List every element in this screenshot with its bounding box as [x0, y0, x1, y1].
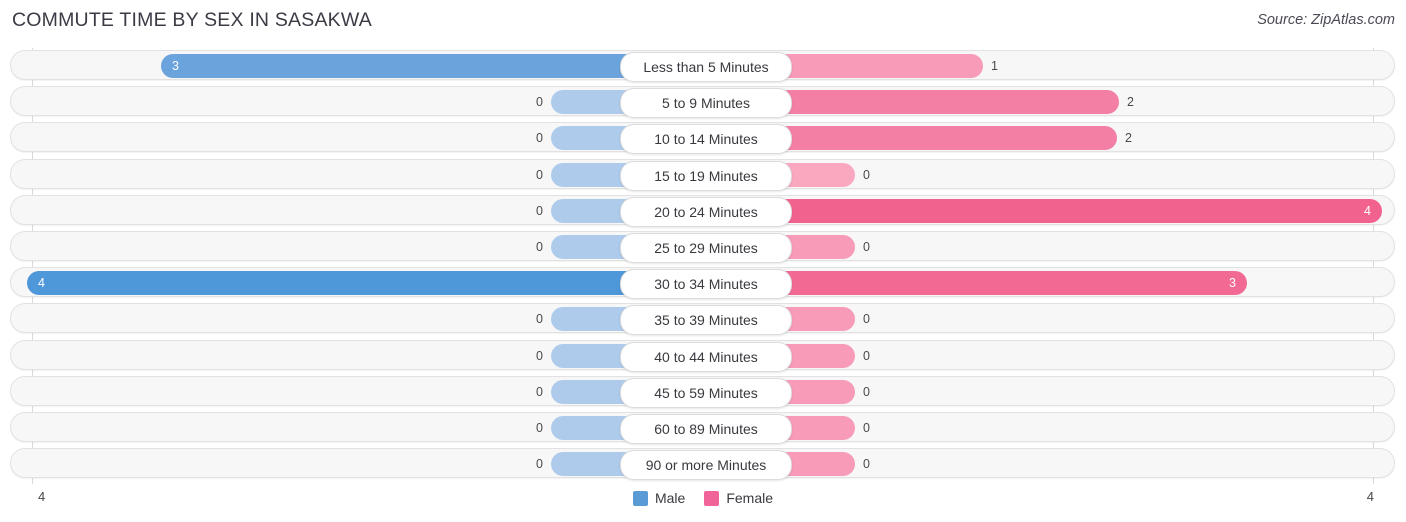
bar-male[interactable]: 3 — [161, 54, 641, 78]
chart-legend: Male Female — [0, 490, 1406, 506]
legend-label-female: Female — [726, 490, 774, 506]
bar-female[interactable] — [769, 126, 1117, 151]
bar-value-male: 0 — [536, 384, 543, 399]
category-label[interactable]: 90 or more Minutes — [620, 450, 792, 481]
category-label[interactable]: 15 to 19 Minutes — [620, 160, 792, 191]
legend-swatch-male-icon — [632, 490, 648, 506]
chart-plot-area: 3 1 Less than 5 Minutes 0 2 5 to 9 Minutes 0 2 1… — [0, 48, 1406, 484]
table-row[interactable]: 0 0 90 or more Minutes — [10, 448, 1395, 481]
commute-time-chart: COMMUTE TIME BY SEX IN SASAKWA Source: Z… — [0, 0, 1406, 522]
table-row[interactable]: 3 1 Less than 5 Minutes — [10, 50, 1395, 82]
category-label[interactable]: Less than 5 Minutes — [620, 52, 792, 82]
legend-item-female[interactable]: Female — [704, 490, 773, 506]
bar-value-female: 2 — [1127, 95, 1134, 110]
category-label[interactable]: 10 to 14 Minutes — [620, 124, 792, 155]
category-label[interactable]: 30 to 34 Minutes — [620, 269, 792, 300]
table-row[interactable]: 0 0 15 to 19 Minutes — [10, 158, 1395, 191]
legend-item-male[interactable]: Male — [632, 490, 686, 506]
bar-value-female: 0 — [863, 457, 870, 472]
bar-female[interactable] — [769, 90, 1119, 115]
category-label[interactable]: 20 to 24 Minutes — [620, 196, 792, 227]
bar-male[interactable]: 4 — [27, 271, 641, 296]
bar-value-female: 4 — [1364, 203, 1371, 218]
category-label[interactable]: 40 to 44 Minutes — [620, 341, 792, 372]
bar-value-male: 0 — [536, 203, 543, 218]
bar-value-male: 0 — [536, 312, 543, 327]
bar-value-female: 0 — [863, 240, 870, 254]
table-row[interactable]: 0 0 45 to 59 Minutes — [10, 375, 1395, 408]
bar-value-female: 0 — [863, 384, 870, 399]
bar-female[interactable]: 3 — [769, 271, 1247, 296]
bar-value-female: 1 — [991, 59, 998, 73]
table-row[interactable]: 0 0 25 to 29 Minutes — [10, 231, 1395, 263]
category-label[interactable]: 25 to 29 Minutes — [620, 233, 792, 263]
page-title: COMMUTE TIME BY SEX IN SASAKWA — [12, 9, 372, 31]
bar-value-male: 4 — [38, 276, 45, 291]
source-attribution: Source: ZipAtlas.com — [1257, 12, 1395, 28]
bar-value-female: 0 — [863, 167, 870, 182]
bar-value-male: 0 — [536, 95, 543, 110]
table-row[interactable]: 0 4 20 to 24 Minutes — [10, 194, 1395, 227]
bar-value-female: 3 — [1229, 276, 1236, 291]
table-row[interactable]: 0 0 35 to 39 Minutes — [10, 303, 1395, 336]
bar-female[interactable] — [769, 54, 983, 78]
bar-value-male: 0 — [536, 421, 543, 435]
bar-value-female: 2 — [1125, 131, 1132, 146]
table-row[interactable]: 0 0 60 to 89 Minutes — [10, 412, 1395, 444]
legend-swatch-female-icon — [704, 490, 720, 506]
category-label[interactable]: 60 to 89 Minutes — [620, 414, 792, 444]
bar-value-male: 0 — [536, 348, 543, 363]
table-row[interactable]: 0 2 5 to 9 Minutes — [10, 86, 1395, 119]
bar-value-male: 0 — [536, 167, 543, 182]
table-row[interactable]: 0 0 40 to 44 Minutes — [10, 339, 1395, 372]
chart-footer: 4 4 Male Female — [0, 484, 1406, 522]
category-label[interactable]: 35 to 39 Minutes — [620, 305, 792, 336]
category-label[interactable]: 45 to 59 Minutes — [620, 377, 792, 408]
bar-value-male: 0 — [536, 131, 543, 146]
table-row[interactable]: 4 3 30 to 34 Minutes — [10, 267, 1395, 300]
bar-value-male: 0 — [536, 457, 543, 472]
bar-female[interactable]: 4 — [769, 198, 1382, 223]
table-row[interactable]: 0 2 10 to 14 Minutes — [10, 122, 1395, 155]
bar-value-male: 3 — [172, 59, 179, 73]
category-label[interactable]: 5 to 9 Minutes — [620, 88, 792, 119]
bar-value-female: 0 — [863, 421, 870, 435]
bar-value-female: 0 — [863, 348, 870, 363]
legend-label-male: Male — [654, 490, 686, 506]
bar-value-female: 0 — [863, 312, 870, 327]
bar-value-male: 0 — [536, 240, 543, 254]
